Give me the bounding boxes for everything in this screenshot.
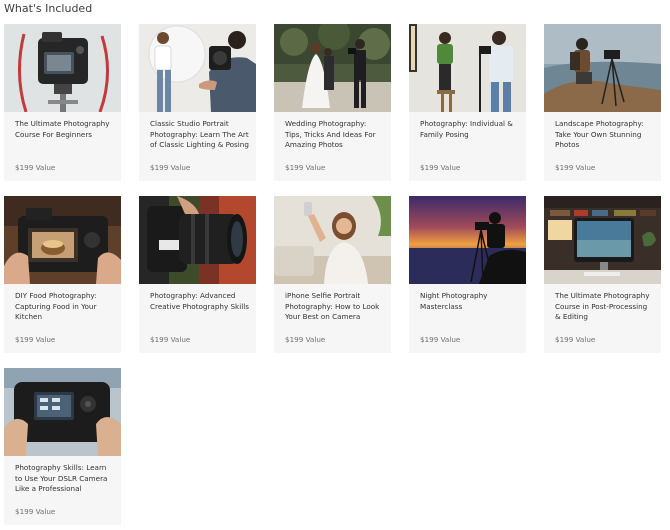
course-card[interactable]: iPhone Selfie Portrait Photography: How … xyxy=(274,196,391,353)
course-card[interactable]: Photography: Individual & Family Posing … xyxy=(409,24,526,181)
wedding-photography-image xyxy=(274,24,391,112)
course-value: $199 Value xyxy=(15,163,56,172)
course-card[interactable]: Landscape Photography: Take Your Own Stu… xyxy=(544,24,661,181)
camera-on-tripod-image xyxy=(4,24,121,112)
course-thumbnail[interactable] xyxy=(4,24,121,112)
course-thumbnail[interactable] xyxy=(139,24,256,112)
course-value: $199 Value xyxy=(150,335,191,344)
course-value: $199 Value xyxy=(150,163,191,172)
course-card[interactable]: DIY Food Photography: Capturing Food in … xyxy=(4,196,121,353)
course-card[interactable]: The Ultimate Photography Course in Post-… xyxy=(544,196,661,353)
course-thumbnail[interactable] xyxy=(139,196,256,284)
course-card[interactable]: The Ultimate Photography Course For Begi… xyxy=(4,24,121,181)
course-value: $199 Value xyxy=(15,335,56,344)
landscape-photographer-image xyxy=(544,24,661,112)
course-thumbnail[interactable] xyxy=(409,24,526,112)
studio-portrait-image xyxy=(139,24,256,112)
course-thumbnail[interactable] xyxy=(4,196,121,284)
course-title[interactable]: DIY Food Photography: Capturing Food in … xyxy=(15,291,115,323)
dslr-camera-back-image xyxy=(4,368,121,456)
course-title[interactable]: Wedding Photography: Tips, Tricks And Id… xyxy=(285,119,385,151)
course-thumbnail[interactable] xyxy=(274,24,391,112)
course-title[interactable]: Photography Skills: Learn to Use Your DS… xyxy=(15,463,115,495)
course-thumbnail[interactable] xyxy=(274,196,391,284)
course-card[interactable]: Wedding Photography: Tips, Tricks And Id… xyxy=(274,24,391,181)
photo-editing-desk-image xyxy=(544,196,661,284)
course-thumbnail[interactable] xyxy=(544,24,661,112)
course-title[interactable]: Classic Studio Portrait Photography: Lea… xyxy=(150,119,250,151)
course-card[interactable]: Photography: Advanced Creative Photograp… xyxy=(139,196,256,353)
course-thumbnail[interactable] xyxy=(544,196,661,284)
course-title[interactable]: iPhone Selfie Portrait Photography: How … xyxy=(285,291,385,323)
course-value: $199 Value xyxy=(15,507,56,516)
course-title[interactable]: The Ultimate Photography Course For Begi… xyxy=(15,119,115,140)
course-value: $199 Value xyxy=(555,335,596,344)
course-value: $199 Value xyxy=(285,335,326,344)
course-card[interactable]: Night Photography Masterclass $199 Value xyxy=(409,196,526,353)
course-card[interactable]: Photography Skills: Learn to Use Your DS… xyxy=(4,368,121,525)
course-grid: The Ultimate Photography Course For Begi… xyxy=(4,24,664,525)
selfie-portrait-image xyxy=(274,196,391,284)
course-title[interactable]: Photography: Advanced Creative Photograp… xyxy=(150,291,250,312)
course-thumbnail[interactable] xyxy=(4,368,121,456)
course-card[interactable]: Classic Studio Portrait Photography: Lea… xyxy=(139,24,256,181)
night-photography-image xyxy=(409,196,526,284)
individual-posing-image xyxy=(409,24,526,112)
advanced-camera-lens-image xyxy=(139,196,256,284)
course-thumbnail[interactable] xyxy=(409,196,526,284)
course-title[interactable]: Night Photography Masterclass xyxy=(420,291,520,312)
course-title[interactable]: Photography: Individual & Family Posing xyxy=(420,119,520,140)
section-title: What's Included xyxy=(4,2,93,15)
course-title[interactable]: Landscape Photography: Take Your Own Stu… xyxy=(555,119,655,151)
course-value: $199 Value xyxy=(420,335,461,344)
food-photography-image xyxy=(4,196,121,284)
course-value: $199 Value xyxy=(420,163,461,172)
course-title[interactable]: The Ultimate Photography Course in Post-… xyxy=(555,291,655,323)
course-value: $199 Value xyxy=(555,163,596,172)
course-value: $199 Value xyxy=(285,163,326,172)
